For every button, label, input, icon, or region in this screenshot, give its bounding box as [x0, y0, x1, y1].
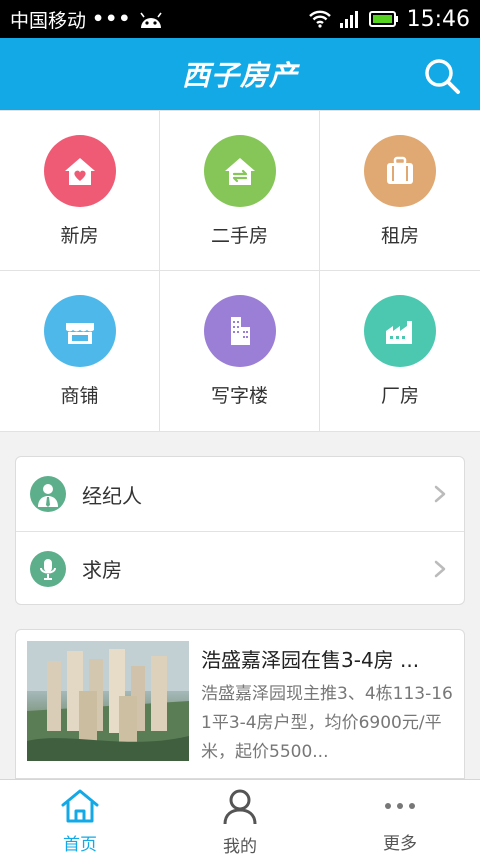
- news-description: 浩盛嘉泽园现主推3、4栋113-161平3-4房户型，均价6900元/平米，起价…: [201, 684, 453, 762]
- category-label: 写字楼: [210, 385, 268, 407]
- list-item-request[interactable]: 求房: [16, 531, 464, 605]
- list-item-agent[interactable]: 经纪人: [16, 457, 464, 531]
- news-title: 浩盛嘉泽园在售3-4房 ...: [201, 648, 420, 672]
- search-icon[interactable]: [422, 56, 462, 96]
- category-label: 租房: [380, 225, 419, 247]
- microphone-icon: [30, 550, 66, 587]
- user-icon: [220, 788, 260, 826]
- shop-icon: [43, 295, 116, 367]
- category-second-hand[interactable]: 二手房: [160, 111, 320, 271]
- category-factory[interactable]: 厂房: [320, 271, 480, 431]
- house-heart-icon: [43, 135, 116, 207]
- tab-label: 更多: [383, 834, 417, 854]
- list-item-label: 经纪人: [82, 483, 142, 508]
- status-right: 15:46: [308, 6, 470, 32]
- status-bar: 中国移动 ••• 15:46: [0, 0, 480, 38]
- tab-home[interactable]: 首页: [0, 780, 160, 854]
- clock: 15:46: [406, 6, 470, 32]
- category-rent[interactable]: 租房: [320, 111, 480, 271]
- wifi-icon: [308, 10, 331, 28]
- app-header: 西子房产: [0, 38, 480, 110]
- agent-icon: [30, 476, 66, 512]
- battery-icon: [368, 11, 398, 27]
- home-icon: [60, 788, 100, 824]
- factory-icon: [364, 295, 436, 367]
- office-building-icon: [203, 295, 276, 367]
- category-label: 二手房: [210, 225, 268, 247]
- category-label: 厂房: [380, 385, 419, 407]
- house-exchange-icon: [203, 135, 276, 207]
- carrier-group: 中国移动 •••: [10, 6, 165, 33]
- more-icon: [380, 788, 420, 823]
- category-label: 商铺: [60, 385, 99, 407]
- bottom-tab-bar: 首页 我的 更多: [0, 779, 480, 854]
- notification-dots: •••: [92, 8, 132, 30]
- category-grid: 新房 二手房 租房 商铺 写字楼 厂房: [0, 110, 480, 432]
- news-card[interactable]: 浩盛嘉泽园在售3-4房 ... 浩盛嘉泽园现主推3、4栋113-161平3-4房…: [15, 629, 465, 779]
- carrier-name: 中国移动: [10, 9, 87, 32]
- category-shop[interactable]: 商铺: [0, 271, 160, 431]
- suitcase-icon: [364, 135, 436, 207]
- category-label: 新房: [60, 225, 99, 247]
- category-new-house[interactable]: 新房: [0, 111, 160, 271]
- app-logo: 西子房产: [181, 59, 298, 92]
- chevron-right-icon: [434, 560, 446, 577]
- news-thumbnail: [27, 641, 189, 761]
- tab-more[interactable]: 更多: [320, 780, 480, 854]
- tab-label: 我的: [223, 837, 257, 854]
- list-item-label: 求房: [82, 558, 122, 582]
- tab-label: 首页: [63, 835, 97, 854]
- tab-mine[interactable]: 我的: [160, 780, 320, 854]
- android-icon: [140, 12, 163, 28]
- signal-icon: [339, 11, 358, 28]
- chevron-right-icon: [434, 485, 446, 503]
- menu-list: 经纪人 求房: [15, 456, 465, 605]
- category-office[interactable]: 写字楼: [160, 271, 320, 431]
